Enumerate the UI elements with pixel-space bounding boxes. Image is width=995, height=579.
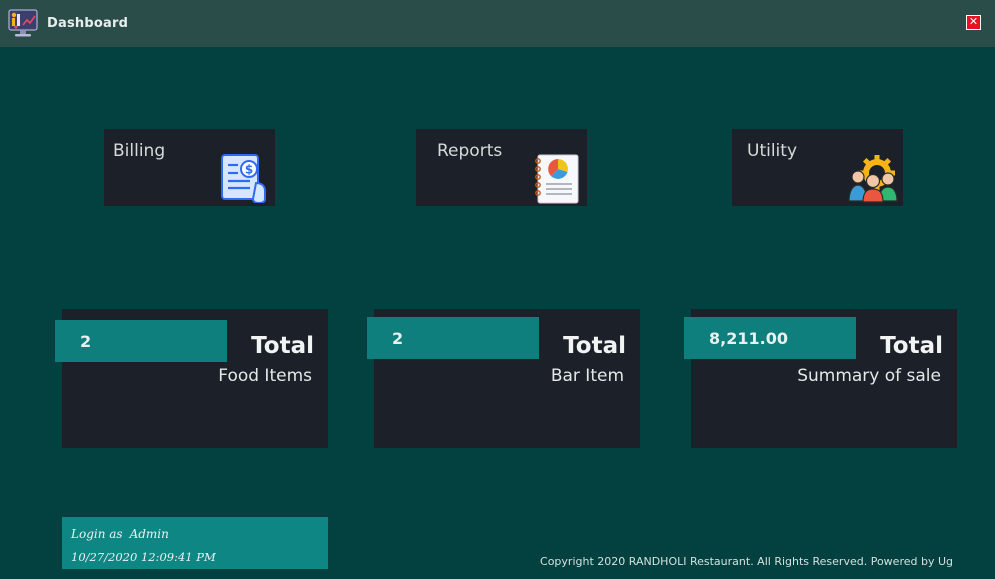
stat-total-label: Total xyxy=(563,333,626,359)
close-icon: ✕ xyxy=(968,15,979,28)
utility-tile-label: Utility xyxy=(747,141,798,161)
window-title: Dashboard xyxy=(47,16,129,31)
stat-sub-label: Bar Item xyxy=(550,366,624,386)
reports-notebook-chart-icon xyxy=(534,153,580,209)
bar-item-count: 2 xyxy=(392,329,404,348)
login-as-line: Login as Admin xyxy=(71,527,169,541)
login-username: Admin xyxy=(129,527,169,541)
food-items-count-bar: 2 xyxy=(55,320,227,362)
stat-sub-label: Summary of sale xyxy=(797,366,941,386)
utility-team-gear-icon xyxy=(846,153,900,207)
stat-total-label: Total xyxy=(880,333,943,359)
summary-of-sale-value-bar: 8,211.00 xyxy=(684,317,856,359)
billing-tile[interactable]: Billing $ xyxy=(104,129,275,206)
bar-item-count-bar: 2 xyxy=(367,317,539,359)
reports-tile-label: Reports xyxy=(437,141,503,161)
login-info-panel: Login as Admin 10/27/2020 12:09:41 PM xyxy=(62,517,328,569)
close-button[interactable]: ✕ xyxy=(966,15,981,30)
login-as-prefix: Login as xyxy=(71,527,123,541)
login-datetime: 10/27/2020 12:09:41 PM xyxy=(71,550,216,564)
billing-invoice-icon: $ xyxy=(219,151,269,207)
reports-tile[interactable]: Reports xyxy=(416,129,587,206)
stat-sub-label: Food Items xyxy=(218,366,312,386)
utility-tile[interactable]: Utility xyxy=(732,129,903,206)
summary-of-sale-value: 8,211.00 xyxy=(709,329,788,348)
copyright-text: Copyright 2020 RANDHOLI Restaurant. All … xyxy=(540,555,953,568)
stat-total-label: Total xyxy=(251,333,314,359)
food-items-count: 2 xyxy=(80,332,92,351)
billing-tile-label: Billing xyxy=(113,141,166,161)
title-bar: Dashboard ✕ xyxy=(0,0,995,47)
svg-text:$: $ xyxy=(245,163,253,177)
dashboard-monitor-icon xyxy=(8,8,40,38)
